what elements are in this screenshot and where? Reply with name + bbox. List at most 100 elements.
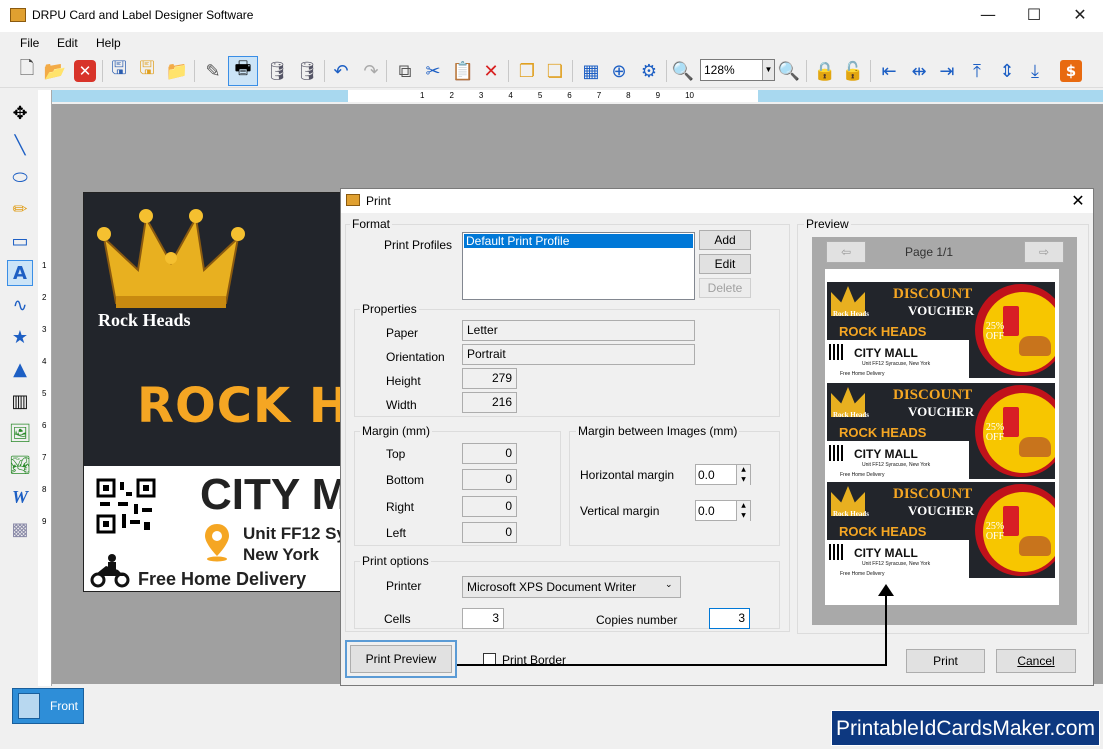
margin-bottom-input[interactable]: 0 <box>462 469 517 490</box>
cut-icon[interactable]: ✂ <box>420 58 446 84</box>
voucher-qr <box>829 445 844 461</box>
margin-top-input[interactable]: 0 <box>462 443 517 464</box>
spin-down-icon[interactable]: ▼ <box>736 511 750 521</box>
voucher-rock: ROCK HEADS <box>839 524 927 539</box>
database-multi-icon[interactable]: 🛢 <box>294 58 320 84</box>
database-icon[interactable]: 🛢 <box>264 58 290 84</box>
triangle-icon[interactable]: ▲ <box>7 356 33 382</box>
voucher-rock: ROCK HEADS <box>839 324 927 339</box>
chevron-down-icon[interactable]: ▼ <box>762 60 774 80</box>
spin-down-icon[interactable]: ▼ <box>736 475 750 485</box>
prev-page-icon[interactable]: ⇦ <box>826 241 866 263</box>
delete-profile-button[interactable]: Delete <box>699 278 751 298</box>
ruler-tick: 5 <box>537 91 543 100</box>
annotation-arrow <box>457 584 894 666</box>
group-icon[interactable]: ❐ <box>514 58 540 84</box>
margin-between-images-label: Margin between Images (mm) <box>576 424 740 438</box>
maximize-icon[interactable]: ☐ <box>1011 0 1057 32</box>
toolbar-separator <box>806 60 807 82</box>
center-icon[interactable]: ⊕ <box>606 58 632 84</box>
line-icon[interactable]: ╲ <box>7 132 33 158</box>
delete-icon[interactable]: ✕ <box>478 58 504 84</box>
margin-left-input[interactable]: 0 <box>462 522 517 543</box>
export-icon[interactable]: 📁 <box>164 58 190 84</box>
print-button[interactable]: Print <box>906 649 985 673</box>
align-bottom-icon[interactable]: ⤓ <box>1022 58 1048 84</box>
margin-right-input[interactable]: 0 <box>462 496 517 517</box>
barcode-icon[interactable]: ▥ <box>7 388 33 414</box>
add-profile-button[interactable]: Add <box>699 230 751 250</box>
paper-field: Letter <box>462 320 695 341</box>
wordart-icon[interactable]: W <box>7 484 33 510</box>
ungroup-icon[interactable]: ❏ <box>542 58 568 84</box>
voucher-logo: Rock Heads <box>833 411 869 419</box>
margin-group-label: Margin (mm) <box>360 424 432 438</box>
price-icon[interactable]: $ <box>1058 58 1084 84</box>
profile-item-default[interactable]: Default Print Profile <box>464 234 693 248</box>
align-right-icon[interactable]: ⇥ <box>934 58 960 84</box>
toolbar-separator <box>870 60 871 82</box>
lock-icon[interactable]: 🔒 <box>812 58 838 84</box>
preview-voucher: 25% OFF Rock Heads DISCOUNT VOUCHER ROCK … <box>827 482 1055 578</box>
undo-icon[interactable]: ↶ <box>328 58 354 84</box>
text-icon[interactable]: A <box>7 260 33 286</box>
ruler-tick: 4 <box>508 91 513 100</box>
align-top-icon[interactable]: ⤒ <box>964 58 990 84</box>
vertical-margin-spinner[interactable]: 0.0 ▲ ▼ <box>695 500 751 521</box>
save-icon[interactable]: 🖫 <box>106 58 132 84</box>
zoom-in-icon[interactable]: 🔍 <box>670 58 696 84</box>
pencil-icon[interactable]: ✏ <box>7 196 33 222</box>
zoom-out-icon[interactable]: 🔍 <box>776 58 802 84</box>
unlock-icon[interactable]: 🔓 <box>840 58 866 84</box>
toolbar-separator <box>194 60 195 82</box>
menu-help[interactable]: Help <box>96 36 121 50</box>
edit-icon[interactable]: ✎ <box>200 58 226 84</box>
toolbar-separator <box>386 60 387 82</box>
voucher-city: CITY MALL <box>854 447 918 461</box>
edit-profile-button[interactable]: Edit <box>699 254 751 274</box>
print-preview-button[interactable]: Print Preview <box>350 645 452 673</box>
preview-voucher: 25% OFF Rock Heads DISCOUNT VOUCHER ROCK … <box>827 282 1055 378</box>
vertical-ruler: 1 2 3 4 5 6 7 8 9 <box>38 90 52 686</box>
grid-icon[interactable]: ▦ <box>578 58 604 84</box>
app-icon <box>10 8 26 22</box>
redo-icon[interactable]: ↷ <box>358 58 384 84</box>
rectangle-icon[interactable]: ▭ <box>7 228 33 254</box>
close-window-icon[interactable]: ✕ <box>1057 0 1103 32</box>
curve-icon[interactable]: ∿ <box>7 292 33 318</box>
voucher-city: CITY MALL <box>854 546 918 560</box>
align-center-icon[interactable]: ⇹ <box>906 58 932 84</box>
paste-icon[interactable]: 📋 <box>450 58 476 84</box>
align-middle-icon[interactable]: ⇕ <box>994 58 1020 84</box>
open-icon[interactable]: 📂 <box>42 58 68 84</box>
next-page-icon[interactable]: ⇨ <box>1024 241 1064 263</box>
close-icon[interactable]: ✕ <box>72 58 98 84</box>
menu-file[interactable]: File <box>20 36 39 50</box>
orientation-label: Orientation <box>386 350 445 364</box>
ellipse-icon[interactable]: ⬭ <box>7 164 33 190</box>
printer-app-icon <box>346 194 360 206</box>
watermark-icon[interactable]: ▩ <box>7 516 33 542</box>
image-library-icon[interactable]: 🏞 <box>7 452 33 478</box>
star-icon[interactable]: ★ <box>7 324 33 350</box>
vruler-tick: 7 <box>42 453 47 462</box>
select-move-icon[interactable]: ✥ <box>7 100 33 126</box>
copy-icon[interactable]: ⧉ <box>392 58 418 84</box>
menu-edit[interactable]: Edit <box>57 36 78 50</box>
burger-icon <box>1019 336 1051 356</box>
new-icon[interactable]: 🗋 <box>14 58 40 84</box>
spin-up-icon[interactable]: ▲ <box>736 465 750 475</box>
toolbar-separator <box>324 60 325 82</box>
cancel-button[interactable]: Cancel <box>996 649 1076 673</box>
minimize-icon[interactable]: — <box>965 0 1011 32</box>
dialog-close-icon[interactable]: ✕ <box>1064 189 1092 213</box>
horizontal-margin-spinner[interactable]: 0.0 ▲ ▼ <box>695 464 751 485</box>
align-left-icon[interactable]: ⇤ <box>876 58 902 84</box>
tab-front-label: Front <box>50 699 79 713</box>
print-icon[interactable]: 🖶 <box>228 56 258 86</box>
image-icon[interactable]: 🖼 <box>7 420 33 446</box>
spin-up-icon[interactable]: ▲ <box>736 501 750 511</box>
settings-icon[interactable]: ⚙ <box>636 58 662 84</box>
height-label: Height <box>386 374 421 388</box>
save-as-icon[interactable]: 🖫 <box>134 58 160 84</box>
